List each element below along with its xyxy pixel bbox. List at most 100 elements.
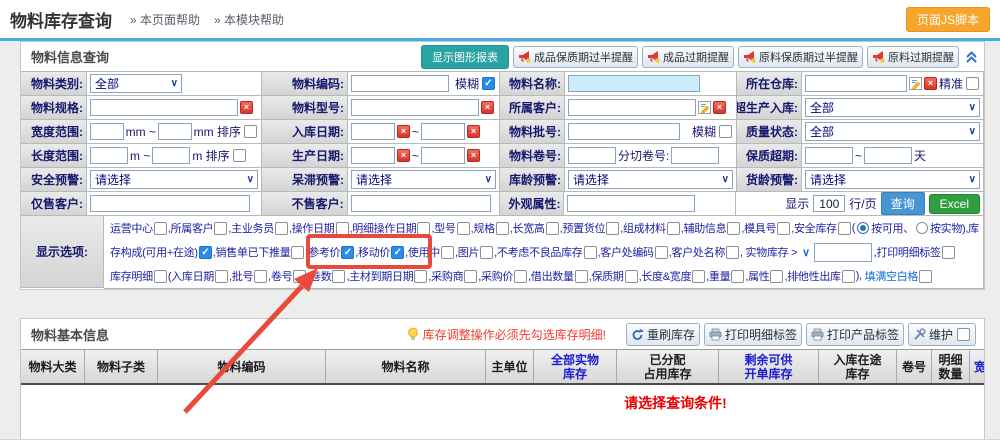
clear-icon[interactable]: ×	[397, 149, 410, 162]
option-checkbox[interactable]	[726, 246, 739, 259]
material-name-input[interactable]	[568, 75, 700, 92]
reminder-material-half-shelf-button[interactable]: 原料保质期过半提醒	[738, 46, 863, 68]
page-js-script-button[interactable]: 页面JS脚本	[906, 7, 990, 32]
clear-icon[interactable]: ×	[713, 101, 726, 114]
stagnant-warning-select[interactable]: 请选择∨	[351, 170, 496, 189]
quality-status-select[interactable]: 全部∨	[805, 122, 980, 141]
option-checkbox[interactable]	[214, 222, 227, 235]
inbound-date-start-input[interactable]	[351, 123, 395, 140]
option-checkbox[interactable]	[457, 222, 470, 235]
picker-icon[interactable]	[909, 77, 922, 90]
option-checkbox[interactable]	[770, 270, 783, 283]
option-checkbox[interactable]	[667, 222, 680, 235]
not-sell-customer-input[interactable]	[351, 195, 491, 212]
maintain-checkbox[interactable]	[957, 328, 970, 341]
option-checkbox[interactable]	[731, 270, 744, 283]
safety-warning-select[interactable]: 请选择∨	[90, 170, 258, 189]
column-header[interactable]: 全部实物 库存	[534, 350, 617, 383]
width-sort-checkbox[interactable]	[244, 125, 257, 138]
clear-icon[interactable]: ×	[240, 101, 253, 114]
material-code-input[interactable]	[351, 75, 449, 92]
query-button[interactable]: 查询	[881, 192, 925, 215]
precise-checkbox[interactable]	[966, 77, 979, 90]
option-checkbox[interactable]	[215, 270, 228, 283]
print-product-label-button[interactable]: 打印产品标签	[806, 323, 904, 346]
picker-icon[interactable]	[698, 101, 711, 114]
fill-blank-link[interactable]: 填满空白格	[865, 268, 919, 284]
option-checkbox[interactable]	[332, 270, 345, 283]
print-detail-label-button[interactable]: 打印明细标签	[704, 323, 802, 346]
reminder-finished-expired-button[interactable]: 成品过期提醒	[642, 46, 734, 68]
option-checkbox[interactable]: ✓	[341, 246, 354, 259]
length-min-input[interactable]	[90, 147, 128, 164]
material-model-input[interactable]	[351, 99, 479, 116]
option-checkbox[interactable]	[584, 246, 597, 259]
option-checkbox[interactable]	[154, 222, 167, 235]
dropdown-chevron-icon[interactable]: ∨	[802, 246, 810, 259]
warehouse-input[interactable]	[805, 75, 907, 92]
batch-fuzzy-checkbox[interactable]	[719, 125, 732, 138]
option-checkbox[interactable]	[919, 270, 932, 283]
option-checkbox[interactable]	[464, 270, 477, 283]
only-sell-customer-input[interactable]	[90, 195, 250, 212]
column-header[interactable]: 剩余可供 开单库存	[719, 350, 819, 383]
clear-icon[interactable]: ×	[467, 149, 480, 162]
physical-stock-threshold-input[interactable]	[814, 243, 872, 262]
clear-icon[interactable]: ×	[924, 77, 937, 90]
clear-icon[interactable]: ×	[467, 125, 480, 138]
option-checkbox[interactable]	[293, 270, 306, 283]
page-size-input[interactable]	[813, 195, 845, 212]
owner-customer-input[interactable]	[568, 99, 696, 116]
collapse-panel-icon[interactable]	[965, 50, 978, 64]
appearance-input[interactable]	[567, 195, 695, 212]
page-help-link[interactable]: » 本页面帮助	[130, 11, 200, 28]
fuzzy-checkbox[interactable]: ✓	[482, 77, 495, 90]
option-checkbox[interactable]	[692, 270, 705, 283]
production-date-start-input[interactable]	[351, 147, 395, 164]
option-checkbox[interactable]	[254, 270, 267, 283]
option-checkbox[interactable]	[625, 270, 638, 283]
option-checkbox[interactable]	[842, 270, 855, 283]
show-chart-report-button[interactable]: 显示图形报表	[421, 45, 509, 69]
material-spec-input[interactable]	[90, 99, 238, 116]
column-header[interactable]: 宽(	[970, 350, 984, 383]
shelf-overdue-max-input[interactable]	[864, 147, 912, 164]
option-checkbox[interactable]	[417, 222, 430, 235]
option-checkbox[interactable]	[496, 222, 509, 235]
length-sort-checkbox[interactable]	[233, 149, 246, 162]
reminder-finished-half-shelf-button[interactable]: 成品保质期过半提醒	[513, 46, 638, 68]
option-checkbox[interactable]	[606, 222, 619, 235]
option-checkbox[interactable]	[514, 270, 527, 283]
option-checkbox[interactable]	[546, 222, 559, 235]
material-roll-input[interactable]	[568, 147, 616, 164]
inbound-date-end-input[interactable]	[421, 123, 465, 140]
option-checkbox[interactable]	[727, 222, 740, 235]
option-checkbox[interactable]	[655, 246, 668, 259]
option-checkbox[interactable]	[154, 270, 167, 283]
option-checkbox[interactable]	[336, 222, 349, 235]
maintain-button[interactable]: 维护	[908, 323, 976, 346]
reminder-material-expired-button[interactable]: 原料过期提醒	[867, 46, 959, 68]
option-radio[interactable]	[916, 222, 928, 234]
width-max-input[interactable]	[158, 123, 192, 140]
refresh-stock-button[interactable]: 重刷库存	[626, 323, 700, 346]
option-checkbox[interactable]	[291, 246, 304, 259]
module-help-link[interactable]: » 本模块帮助	[214, 11, 284, 28]
excel-button[interactable]: Excel	[929, 194, 980, 214]
goods-age-warning-select[interactable]: 请选择∨	[805, 170, 980, 189]
material-category-select[interactable]: 全部∨	[90, 74, 182, 93]
option-checkbox[interactable]	[777, 222, 790, 235]
option-checkbox[interactable]: ✓	[199, 246, 212, 259]
option-checkbox[interactable]	[441, 246, 454, 259]
option-checkbox[interactable]	[942, 246, 955, 259]
option-radio[interactable]	[857, 222, 869, 234]
slit-roll-input[interactable]	[671, 147, 719, 164]
option-checkbox[interactable]	[838, 222, 851, 235]
clear-icon[interactable]: ×	[481, 101, 494, 114]
option-checkbox[interactable]	[414, 270, 427, 283]
stock-age-warning-select[interactable]: 请选择∨	[568, 170, 733, 189]
length-max-input[interactable]	[152, 147, 190, 164]
material-batch-input[interactable]	[568, 123, 680, 140]
option-checkbox[interactable]	[575, 270, 588, 283]
over-production-select[interactable]: 全部∨	[805, 98, 980, 117]
